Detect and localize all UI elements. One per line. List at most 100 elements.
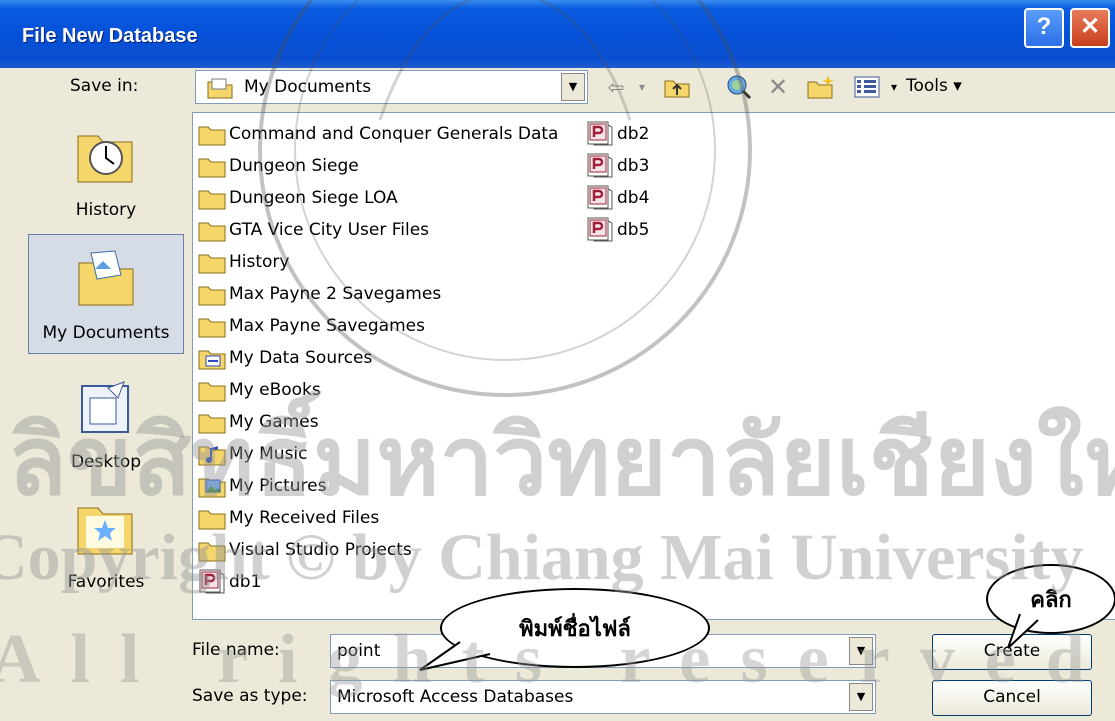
file-name-text: My Received Files (229, 508, 380, 528)
places-bar: History My Documents Desktop Favorites (28, 112, 184, 702)
file-list[interactable]: Command and Conquer Generals Data Dungeon… (192, 112, 1115, 620)
file-name-label: File name: (192, 640, 280, 660)
views-icon[interactable] (850, 72, 884, 102)
folder-icon (197, 505, 227, 531)
file-list-item[interactable]: History (197, 247, 289, 277)
music-folder-icon (197, 441, 227, 467)
folder-icon (197, 409, 227, 435)
chevron-down-icon[interactable]: ▼ (849, 683, 873, 711)
place-label: Favorites (67, 572, 145, 592)
access-db-icon (585, 185, 615, 211)
save-as-type-label: Save as type: (192, 686, 308, 706)
dialog-title: File New Database (22, 25, 198, 47)
delete-icon[interactable]: ✕ (764, 72, 792, 102)
place-label: Desktop (70, 452, 142, 472)
file-name-text: Visual Studio Projects (229, 540, 412, 560)
help-button[interactable]: ? (1024, 8, 1064, 48)
cancel-button[interactable]: Cancel (932, 680, 1092, 716)
folder-icon (197, 281, 227, 307)
file-name-text: db3 (617, 156, 650, 176)
folder-icon (197, 313, 227, 339)
title-bar[interactable]: File New Database ? ✕ (0, 0, 1115, 68)
file-list-item[interactable]: Max Payne Savegames (197, 311, 425, 341)
file-name-text: My Pictures (229, 476, 327, 496)
file-name-text: Max Payne 2 Savegames (229, 284, 442, 304)
file-list-item[interactable]: db2 (585, 119, 649, 149)
file-list-item[interactable]: db3 (585, 151, 649, 181)
place-my-documents[interactable]: My Documents (28, 234, 184, 354)
save-in-dropdown[interactable]: My Documents ▼ (195, 70, 588, 104)
save-in-label: Save in: (70, 76, 139, 96)
file-name-text: db2 (617, 124, 650, 144)
access-db-icon (585, 153, 615, 179)
file-list-item[interactable]: My Pictures (197, 471, 326, 501)
access-db-icon (197, 569, 227, 595)
callout-pointer (1007, 613, 1039, 649)
save-as-type-value: Microsoft Access Databases (337, 687, 574, 707)
my-documents-icon (75, 249, 137, 309)
new-folder-icon[interactable] (804, 72, 838, 102)
file-name-text: db1 (229, 572, 262, 592)
file-name-text: My Data Sources (229, 348, 373, 368)
file-name-text: db5 (617, 220, 650, 240)
file-name-text: Max Payne Savegames (229, 316, 425, 336)
file-name-text: My Music (229, 444, 308, 464)
pictures-folder-icon (197, 473, 227, 499)
file-list-item[interactable]: Max Payne 2 Savegames (197, 279, 441, 309)
file-list-item[interactable]: Dungeon Siege (197, 151, 359, 181)
file-new-database-dialog: File New Database ? ✕ Save in: My Docume… (0, 0, 1115, 721)
folder-icon (197, 153, 227, 179)
close-button[interactable]: ✕ (1070, 8, 1110, 48)
desktop-icon (74, 378, 136, 438)
file-name-text: Command and Conquer Generals Data (229, 124, 559, 144)
data-sources-folder-icon (197, 345, 227, 371)
file-name-text: Dungeon Siege LOA (229, 188, 398, 208)
folder-icon (197, 121, 227, 147)
file-name-text: GTA Vice City User Files (229, 220, 430, 240)
file-list-item[interactable]: db1 (197, 567, 261, 597)
file-list-item[interactable]: My eBooks (197, 375, 321, 405)
back-arrow-icon[interactable]: ⇦ (602, 72, 630, 102)
file-name-text: My eBooks (229, 380, 321, 400)
folder-icon (197, 377, 227, 403)
history-icon (74, 126, 136, 186)
my-documents-small-icon (206, 76, 234, 105)
file-name-text: Dungeon Siege (229, 156, 359, 176)
access-db-icon (585, 217, 615, 243)
place-label: My Documents (42, 323, 170, 343)
file-name-value: point (337, 641, 381, 661)
folder-icon (197, 217, 227, 243)
file-list-item[interactable]: GTA Vice City User Files (197, 215, 429, 245)
file-list-item[interactable]: Visual Studio Projects (197, 535, 412, 565)
save-in-value: My Documents (244, 77, 372, 97)
access-db-icon (585, 121, 615, 147)
folder-icon (197, 249, 227, 275)
views-dropdown-icon[interactable]: ▾ (886, 72, 902, 102)
place-favorites[interactable]: Favorites (28, 484, 184, 604)
back-dropdown-icon[interactable]: ▾ (632, 72, 652, 102)
favorites-icon (74, 498, 136, 558)
search-web-icon[interactable] (722, 72, 756, 102)
file-list-item[interactable]: Dungeon Siege LOA (197, 183, 398, 213)
file-list-item[interactable]: Command and Conquer Generals Data (197, 119, 558, 149)
callout-pointer (419, 641, 491, 671)
file-name-text: My Games (229, 412, 319, 432)
file-list-item[interactable]: My Data Sources (197, 343, 372, 373)
file-list-item[interactable]: My Received Files (197, 503, 379, 533)
place-history[interactable]: History (28, 112, 184, 232)
folder-icon (197, 185, 227, 211)
file-list-item[interactable]: db5 (585, 215, 649, 245)
file-list-item[interactable]: db4 (585, 183, 649, 213)
chevron-down-icon[interactable]: ▼ (849, 637, 873, 665)
place-label: History (75, 200, 137, 220)
save-as-type-select[interactable]: Microsoft Access Databases ▼ (330, 680, 876, 714)
tools-menu[interactable]: Tools ▾ (906, 76, 962, 96)
chevron-down-icon[interactable]: ▼ (561, 73, 585, 101)
up-folder-icon[interactable] (660, 72, 694, 102)
file-list-item[interactable]: My Music (197, 439, 308, 469)
file-name-text: db4 (617, 188, 650, 208)
folder-icon (197, 537, 227, 563)
file-name-text: History (229, 252, 290, 272)
place-desktop[interactable]: Desktop (28, 364, 184, 484)
file-list-item[interactable]: My Games (197, 407, 319, 437)
